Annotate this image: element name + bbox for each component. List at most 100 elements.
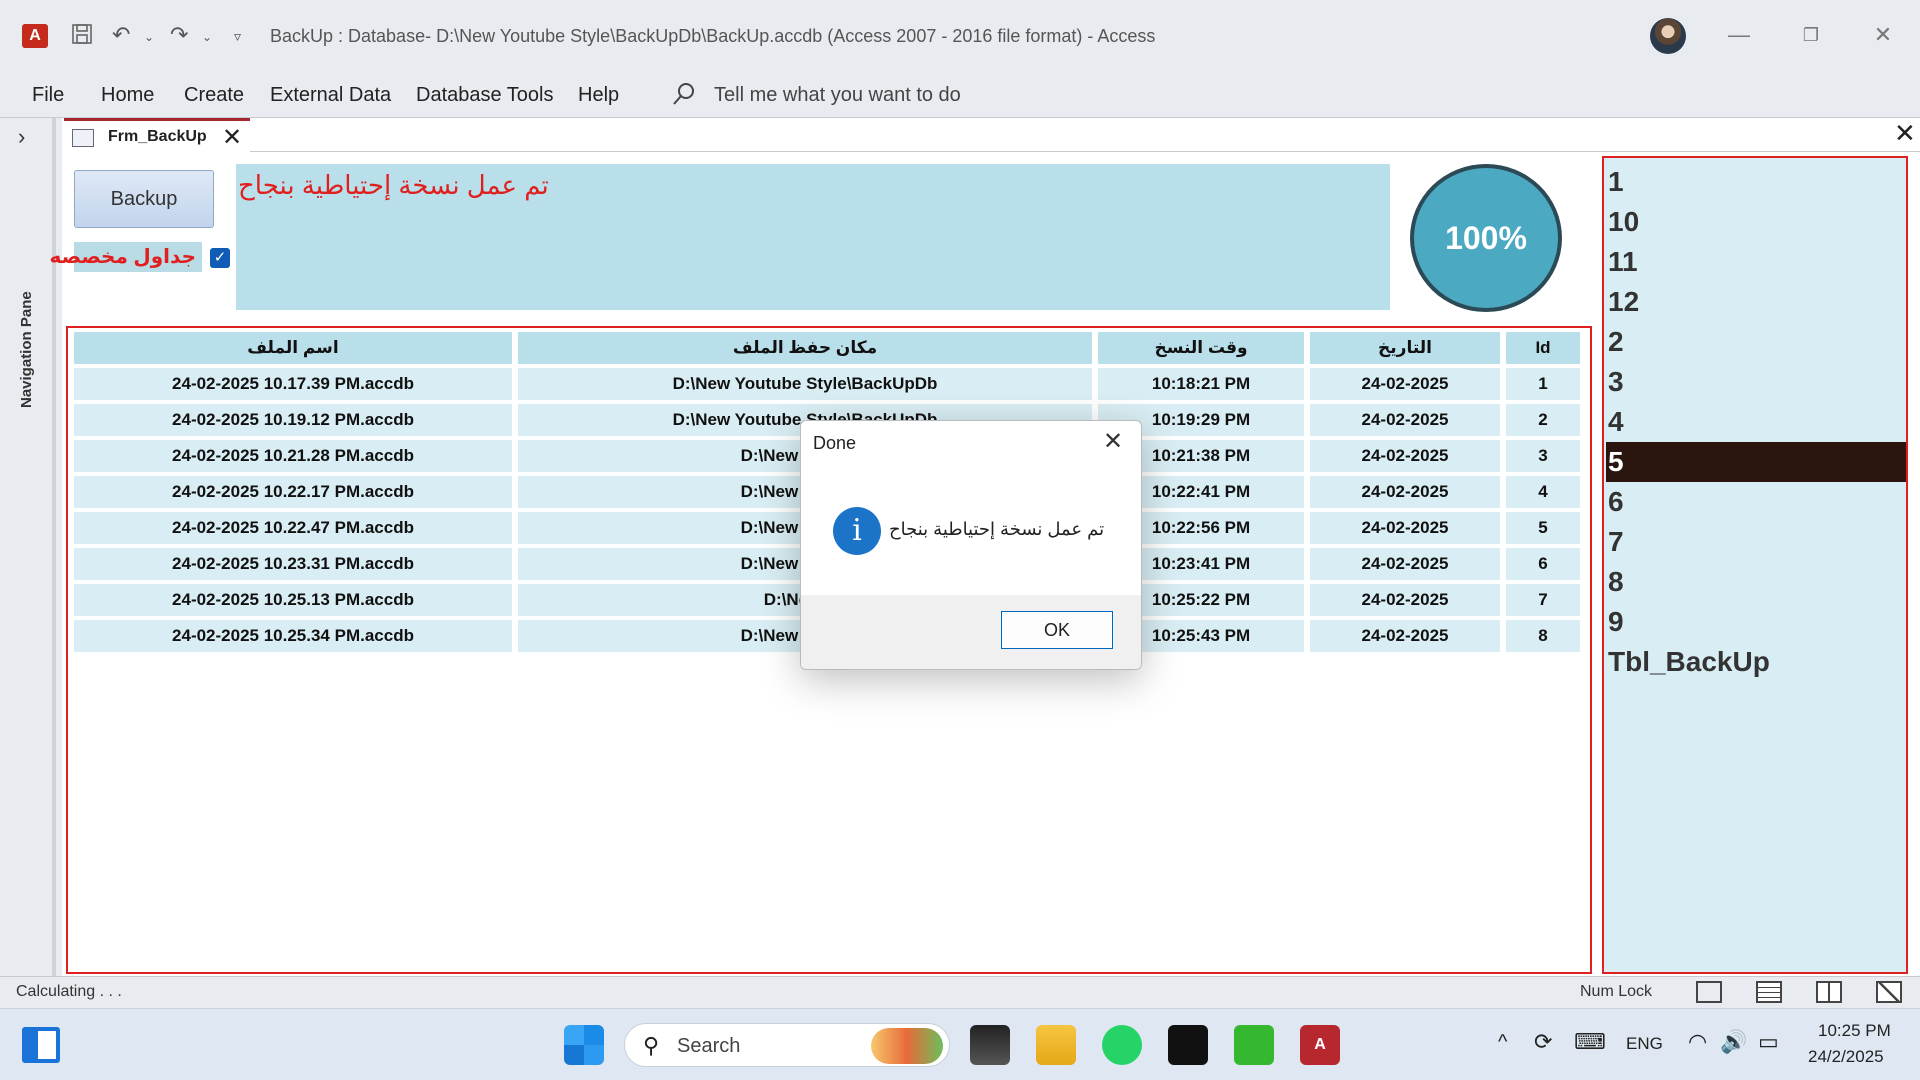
list-item[interactable]: 10 — [1606, 202, 1906, 242]
language-indicator[interactable]: ENG — [1626, 1034, 1663, 1054]
column-header-save-location[interactable]: مكان حفظ الملف — [518, 332, 1092, 364]
list-item[interactable]: 6 — [1606, 482, 1906, 522]
list-item[interactable]: 2 — [1606, 322, 1906, 362]
navigation-pane-label[interactable]: Navigation Pane — [18, 291, 35, 408]
clock-time[interactable]: 10:25 PM — [1818, 1021, 1891, 1041]
list-item[interactable]: 3 — [1606, 362, 1906, 402]
column-header-id[interactable]: Id — [1506, 332, 1580, 364]
dialog-close-icon[interactable]: ✕ — [1103, 427, 1123, 456]
taskbar-search[interactable]: ⚲ Search — [624, 1023, 950, 1067]
undo-dropdown-icon[interactable]: ⌄ — [144, 30, 154, 44]
close-tab-icon[interactable]: ✕ — [222, 123, 242, 152]
design-view-icon[interactable] — [1876, 981, 1902, 1003]
access-app-icon[interactable]: A — [22, 24, 48, 48]
list-item[interactable]: Tbl_BackUp — [1606, 642, 1906, 682]
list-item[interactable]: 8 — [1606, 562, 1906, 602]
cell-file-name[interactable]: 24-02-2025 10.21.28 PM.accdb — [74, 440, 512, 472]
sync-icon[interactable]: ⟳ — [1534, 1029, 1552, 1055]
list-item[interactable]: 11 — [1606, 242, 1906, 282]
whatsapp-icon[interactable] — [1102, 1025, 1142, 1065]
cell-file-name[interactable]: 24-02-2025 10.22.47 PM.accdb — [74, 512, 512, 544]
cell-date[interactable]: 24-02-2025 — [1310, 440, 1500, 472]
access-taskbar-icon[interactable]: A — [1300, 1025, 1340, 1065]
wifi-icon[interactable]: ◠ — [1688, 1029, 1707, 1055]
ok-button[interactable]: OK — [1001, 611, 1113, 649]
cell-file-name[interactable]: 24-02-2025 10.22.17 PM.accdb — [74, 476, 512, 508]
menu-create[interactable]: Create — [184, 84, 244, 107]
cell-id[interactable]: 6 — [1506, 548, 1580, 580]
close-window-icon[interactable]: ✕ — [1868, 20, 1898, 50]
list-item[interactable]: 9 — [1606, 602, 1906, 642]
navigation-pane[interactable]: › Navigation Pane — [0, 118, 56, 976]
list-item-selected[interactable]: 5 — [1606, 442, 1906, 482]
cell-id[interactable]: 7 — [1506, 584, 1580, 616]
column-header-file-name[interactable]: اسم الملف — [74, 332, 512, 364]
cell-id[interactable]: 4 — [1506, 476, 1580, 508]
datasheet-view-icon[interactable] — [1756, 981, 1782, 1003]
cell-date[interactable]: 24-02-2025 — [1310, 548, 1500, 580]
cell-date[interactable]: 24-02-2025 — [1310, 476, 1500, 508]
cell-file-name[interactable]: 24-02-2025 10.17.39 PM.accdb — [74, 368, 512, 400]
widgets-icon[interactable] — [22, 1027, 60, 1063]
form-view-icon[interactable] — [1696, 981, 1722, 1003]
menu-external-data[interactable]: External Data — [270, 84, 391, 107]
cell-date[interactable]: 24-02-2025 — [1310, 368, 1500, 400]
list-item[interactable]: 4 — [1606, 402, 1906, 442]
backup-button[interactable]: Backup — [74, 170, 214, 228]
lightbulb-search-icon[interactable] — [670, 80, 698, 108]
cell-file-name[interactable]: 24-02-2025 10.19.12 PM.accdb — [74, 404, 512, 436]
list-item[interactable]: 12 — [1606, 282, 1906, 322]
volume-icon[interactable]: 🔊 — [1720, 1029, 1747, 1055]
file-explorer-icon[interactable] — [1036, 1025, 1076, 1065]
cell-id[interactable]: 1 — [1506, 368, 1580, 400]
close-document-icon[interactable]: ✕ — [1894, 118, 1916, 149]
cell-file-name[interactable]: 24-02-2025 10.25.34 PM.accdb — [74, 620, 512, 652]
column-header-copy-time[interactable]: وقت النسخ — [1098, 332, 1304, 364]
menu-home[interactable]: Home — [101, 84, 154, 107]
cell-date[interactable]: 24-02-2025 — [1310, 620, 1500, 652]
save-icon[interactable] — [70, 22, 94, 52]
cell-id[interactable]: 3 — [1506, 440, 1580, 472]
tell-me-input[interactable]: Tell me what you want to do — [714, 84, 961, 107]
camtasia-icon[interactable] — [1234, 1025, 1274, 1065]
layout-view-icon[interactable] — [1816, 981, 1842, 1003]
undo-icon[interactable]: ↶ — [112, 22, 130, 48]
restore-icon[interactable]: ❐ — [1796, 20, 1826, 50]
task-view-icon[interactable] — [970, 1025, 1010, 1065]
table-row[interactable]: 24-02-2025 10.17.39 PM.accdb D:\New Yout… — [74, 368, 1580, 400]
cell-id[interactable]: 8 — [1506, 620, 1580, 652]
menu-database-tools[interactable]: Database Tools — [416, 84, 554, 107]
tiktok-icon[interactable] — [1168, 1025, 1208, 1065]
cell-copy-time[interactable]: 10:18:21 PM — [1098, 368, 1304, 400]
keyboard-icon[interactable]: ⌨ — [1574, 1029, 1606, 1055]
custom-tables-checkbox[interactable]: ✓ — [210, 248, 230, 268]
menu-file[interactable]: File — [32, 84, 64, 107]
cell-id[interactable]: 5 — [1506, 512, 1580, 544]
column-header-date[interactable]: التاريخ — [1310, 332, 1500, 364]
minimize-icon[interactable]: — — [1724, 20, 1754, 50]
cell-file-name[interactable]: 24-02-2025 10.25.13 PM.accdb — [74, 584, 512, 616]
cell-date[interactable]: 24-02-2025 — [1310, 512, 1500, 544]
show-hidden-icons-icon[interactable]: ^ — [1498, 1031, 1507, 1054]
list-item[interactable]: 7 — [1606, 522, 1906, 562]
list-item[interactable]: 1 — [1606, 162, 1906, 202]
chevron-right-icon[interactable]: › — [18, 124, 25, 150]
menu-help[interactable]: Help — [578, 84, 619, 107]
customize-qat-icon[interactable]: ▿ — [234, 28, 241, 45]
taskbar: ⚲ Search A ^ ⟳ ⌨ ENG ◠ 🔊 ▭ 10:25 PM 24/2… — [0, 1008, 1920, 1080]
cell-id[interactable]: 2 — [1506, 404, 1580, 436]
battery-icon[interactable]: ▭ — [1758, 1029, 1779, 1055]
search-placeholder: Search — [677, 1035, 741, 1057]
redo-dropdown-icon[interactable]: ⌄ — [202, 30, 212, 44]
tab-frm-backup[interactable]: Frm_BackUp ✕ — [64, 118, 250, 152]
cell-date[interactable]: 24-02-2025 — [1310, 584, 1500, 616]
cell-save-location[interactable]: D:\New Youtube Style\BackUpDb — [518, 368, 1092, 400]
ribbon-menu: File Home Create External Data Database … — [0, 72, 1920, 118]
tables-listbox[interactable]: 1 10 11 12 2 3 4 5 6 7 8 9 Tbl_BackUp — [1602, 156, 1908, 974]
cell-date[interactable]: 24-02-2025 — [1310, 404, 1500, 436]
windows-start-icon[interactable] — [564, 1025, 604, 1065]
user-avatar[interactable] — [1650, 18, 1686, 54]
cell-file-name[interactable]: 24-02-2025 10.23.31 PM.accdb — [74, 548, 512, 580]
clock-date[interactable]: 24/2/2025 — [1808, 1047, 1884, 1067]
redo-icon[interactable]: ↷ — [170, 22, 188, 48]
